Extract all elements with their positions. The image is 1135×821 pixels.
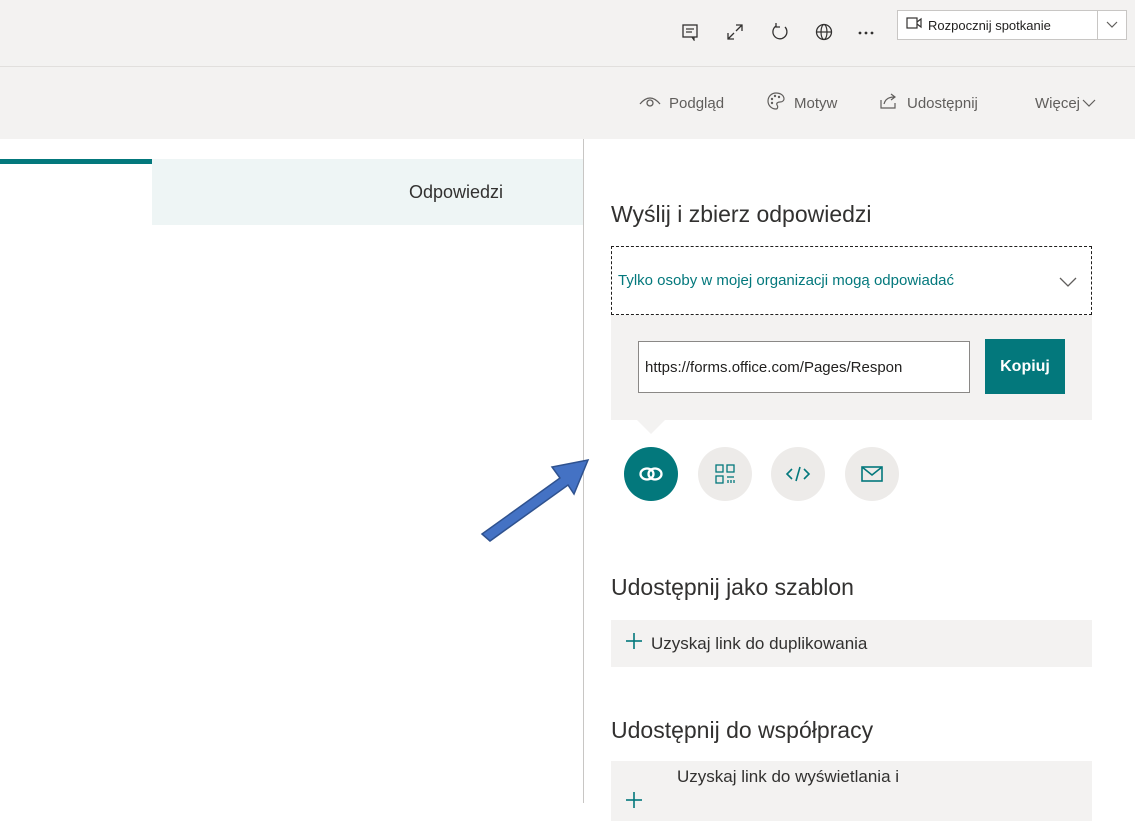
theme-label: Motyw	[794, 94, 838, 112]
palette-icon	[766, 91, 794, 115]
tab-responses[interactable]: Odpowiedzi	[152, 159, 583, 225]
link-icon[interactable]	[624, 447, 678, 501]
chevron-down-icon	[1082, 95, 1104, 112]
audience-value: Tylko osoby w mojej organizacji mogą odp…	[618, 272, 955, 289]
share-label: Udostępnij	[907, 94, 978, 112]
annotation-arrow-icon	[480, 458, 590, 542]
expand-icon[interactable]	[721, 18, 749, 46]
active-tab-indicator	[0, 159, 152, 164]
send-collect-title: Wyślij i zbierz odpowiedzi	[611, 201, 872, 227]
copy-button[interactable]: Kopiuj	[985, 339, 1065, 394]
more-icon[interactable]	[852, 18, 880, 46]
share-collaborate-title: Udostępnij do współpracy	[611, 717, 874, 743]
top-toolbar: Rozpocznij spotkanie	[0, 0, 1135, 67]
start-meeting-main[interactable]: Rozpocznij spotkanie	[898, 11, 1098, 39]
more-label: Więcej	[1035, 94, 1081, 112]
globe-icon[interactable]	[810, 18, 838, 46]
email-icon[interactable]	[845, 447, 899, 501]
comment-icon[interactable]	[676, 18, 704, 46]
start-meeting-label: Rozpocznij spotkanie	[928, 17, 1051, 33]
get-duplicate-link-button[interactable]: Uzyskaj link do duplikowania	[611, 620, 1092, 667]
qr-code-icon[interactable]	[698, 447, 752, 501]
chevron-down-icon	[1059, 275, 1077, 292]
send-panel: Wyślij i zbierz odpowiedzi Tylko osoby w…	[584, 139, 1135, 821]
preview-button[interactable]: Podgląd	[639, 91, 724, 115]
eye-icon	[639, 93, 669, 113]
get-view-link-button[interactable]: Uzyskaj link do wyświetlania i	[611, 761, 1092, 821]
refresh-icon[interactable]	[766, 18, 794, 46]
embed-code-icon[interactable]	[771, 447, 825, 501]
tab-responses-label: Odpowiedzi	[408, 181, 503, 202]
plus-icon	[625, 632, 643, 655]
share-icon	[879, 92, 907, 114]
start-meeting-button[interactable]: Rozpocznij spotkanie	[897, 10, 1127, 40]
share-button[interactable]: Udostępnij	[879, 91, 978, 115]
form-toolbar: Podgląd Motyw Udostępnij Więcej	[0, 67, 1135, 139]
theme-button[interactable]: Motyw	[766, 91, 837, 115]
duplicate-link-label: Uzyskaj link do duplikowania	[651, 633, 868, 653]
video-icon	[906, 16, 922, 35]
more-options-button[interactable]: Więcej	[1035, 91, 1104, 115]
link-share-box: Kopiuj	[611, 315, 1092, 434]
share-template-title: Udostępnij jako szablon	[611, 574, 854, 600]
meeting-dropdown-chevron-icon[interactable]	[1098, 11, 1126, 39]
preview-label: Podgląd	[669, 94, 725, 112]
tab-questions[interactable]	[0, 139, 152, 225]
view-link-label: Uzyskaj link do wyświetlania i	[677, 767, 900, 786]
selected-method-pointer	[637, 420, 665, 434]
share-link-input[interactable]	[638, 341, 970, 393]
audience-dropdown[interactable]: Tylko osoby w mojej organizacji mogą odp…	[611, 246, 1092, 315]
